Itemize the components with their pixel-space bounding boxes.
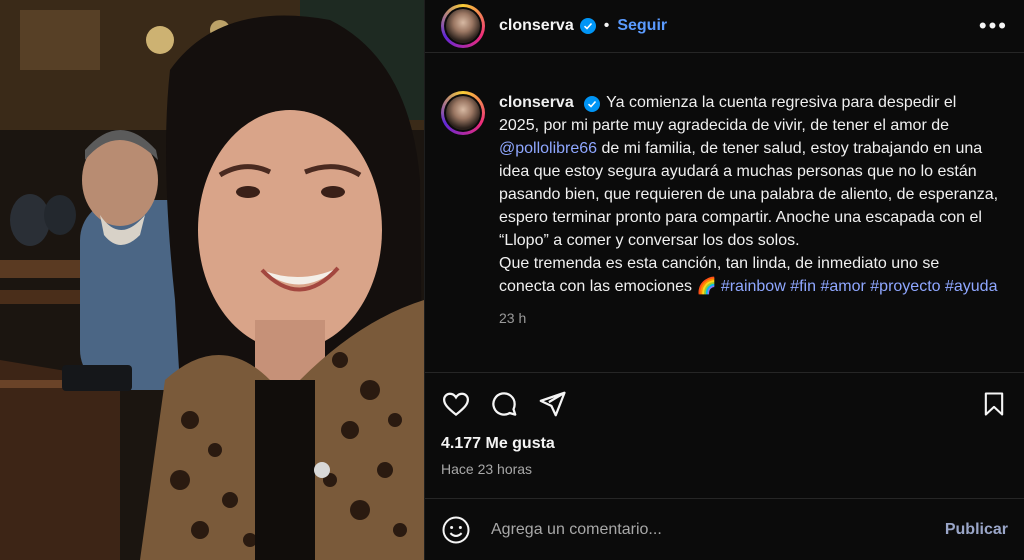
post-photo — [0, 0, 424, 560]
comment-bar: Publicar — [425, 498, 1024, 560]
photo-illustration — [0, 0, 424, 560]
post-side-panel: clonserva • Seguir ••• clonserva Ya comi… — [424, 0, 1024, 560]
header-separator: • — [603, 17, 610, 34]
bookmark-icon[interactable] — [980, 389, 1008, 419]
hashtag-link[interactable]: #fin — [790, 278, 816, 295]
paper-plane-icon[interactable] — [537, 389, 567, 419]
likes-count[interactable]: 4.177 Me gusta — [425, 435, 1024, 453]
caption-username[interactable]: clonserva — [499, 94, 574, 111]
caption-text: clonserva Ya comienza la cuenta regresiv… — [499, 91, 999, 298]
verified-badge-icon — [579, 18, 596, 34]
more-options-icon[interactable]: ••• — [979, 13, 1008, 39]
author-username[interactable]: clonserva — [499, 17, 574, 35]
hashtag-link[interactable]: #ayuda — [945, 278, 998, 295]
hashtag-link[interactable]: #rainbow — [721, 278, 786, 295]
verified-badge-icon — [584, 96, 601, 112]
smiley-icon[interactable] — [441, 515, 471, 545]
caption-mention-link[interactable]: @pollolibre66 — [499, 140, 597, 157]
posted-time: Hace 23 horas — [441, 461, 533, 477]
publish-button[interactable]: Publicar — [945, 521, 1008, 539]
heart-icon[interactable] — [441, 389, 471, 419]
follow-button[interactable]: Seguir — [617, 17, 667, 35]
author-avatar[interactable] — [441, 4, 485, 48]
post-header: clonserva • Seguir ••• — [425, 0, 1024, 53]
hashtag-link[interactable]: #amor — [820, 278, 865, 295]
comment-bubble-icon[interactable] — [489, 389, 519, 419]
caption-block: clonserva Ya comienza la cuenta regresiv… — [425, 53, 1024, 373]
action-bar — [425, 373, 1024, 435]
hashtag-link[interactable]: #proyecto — [870, 278, 940, 295]
caption-timestamp: 23 h — [499, 310, 527, 326]
caption-avatar[interactable] — [441, 91, 485, 135]
comment-input[interactable] — [489, 519, 945, 540]
